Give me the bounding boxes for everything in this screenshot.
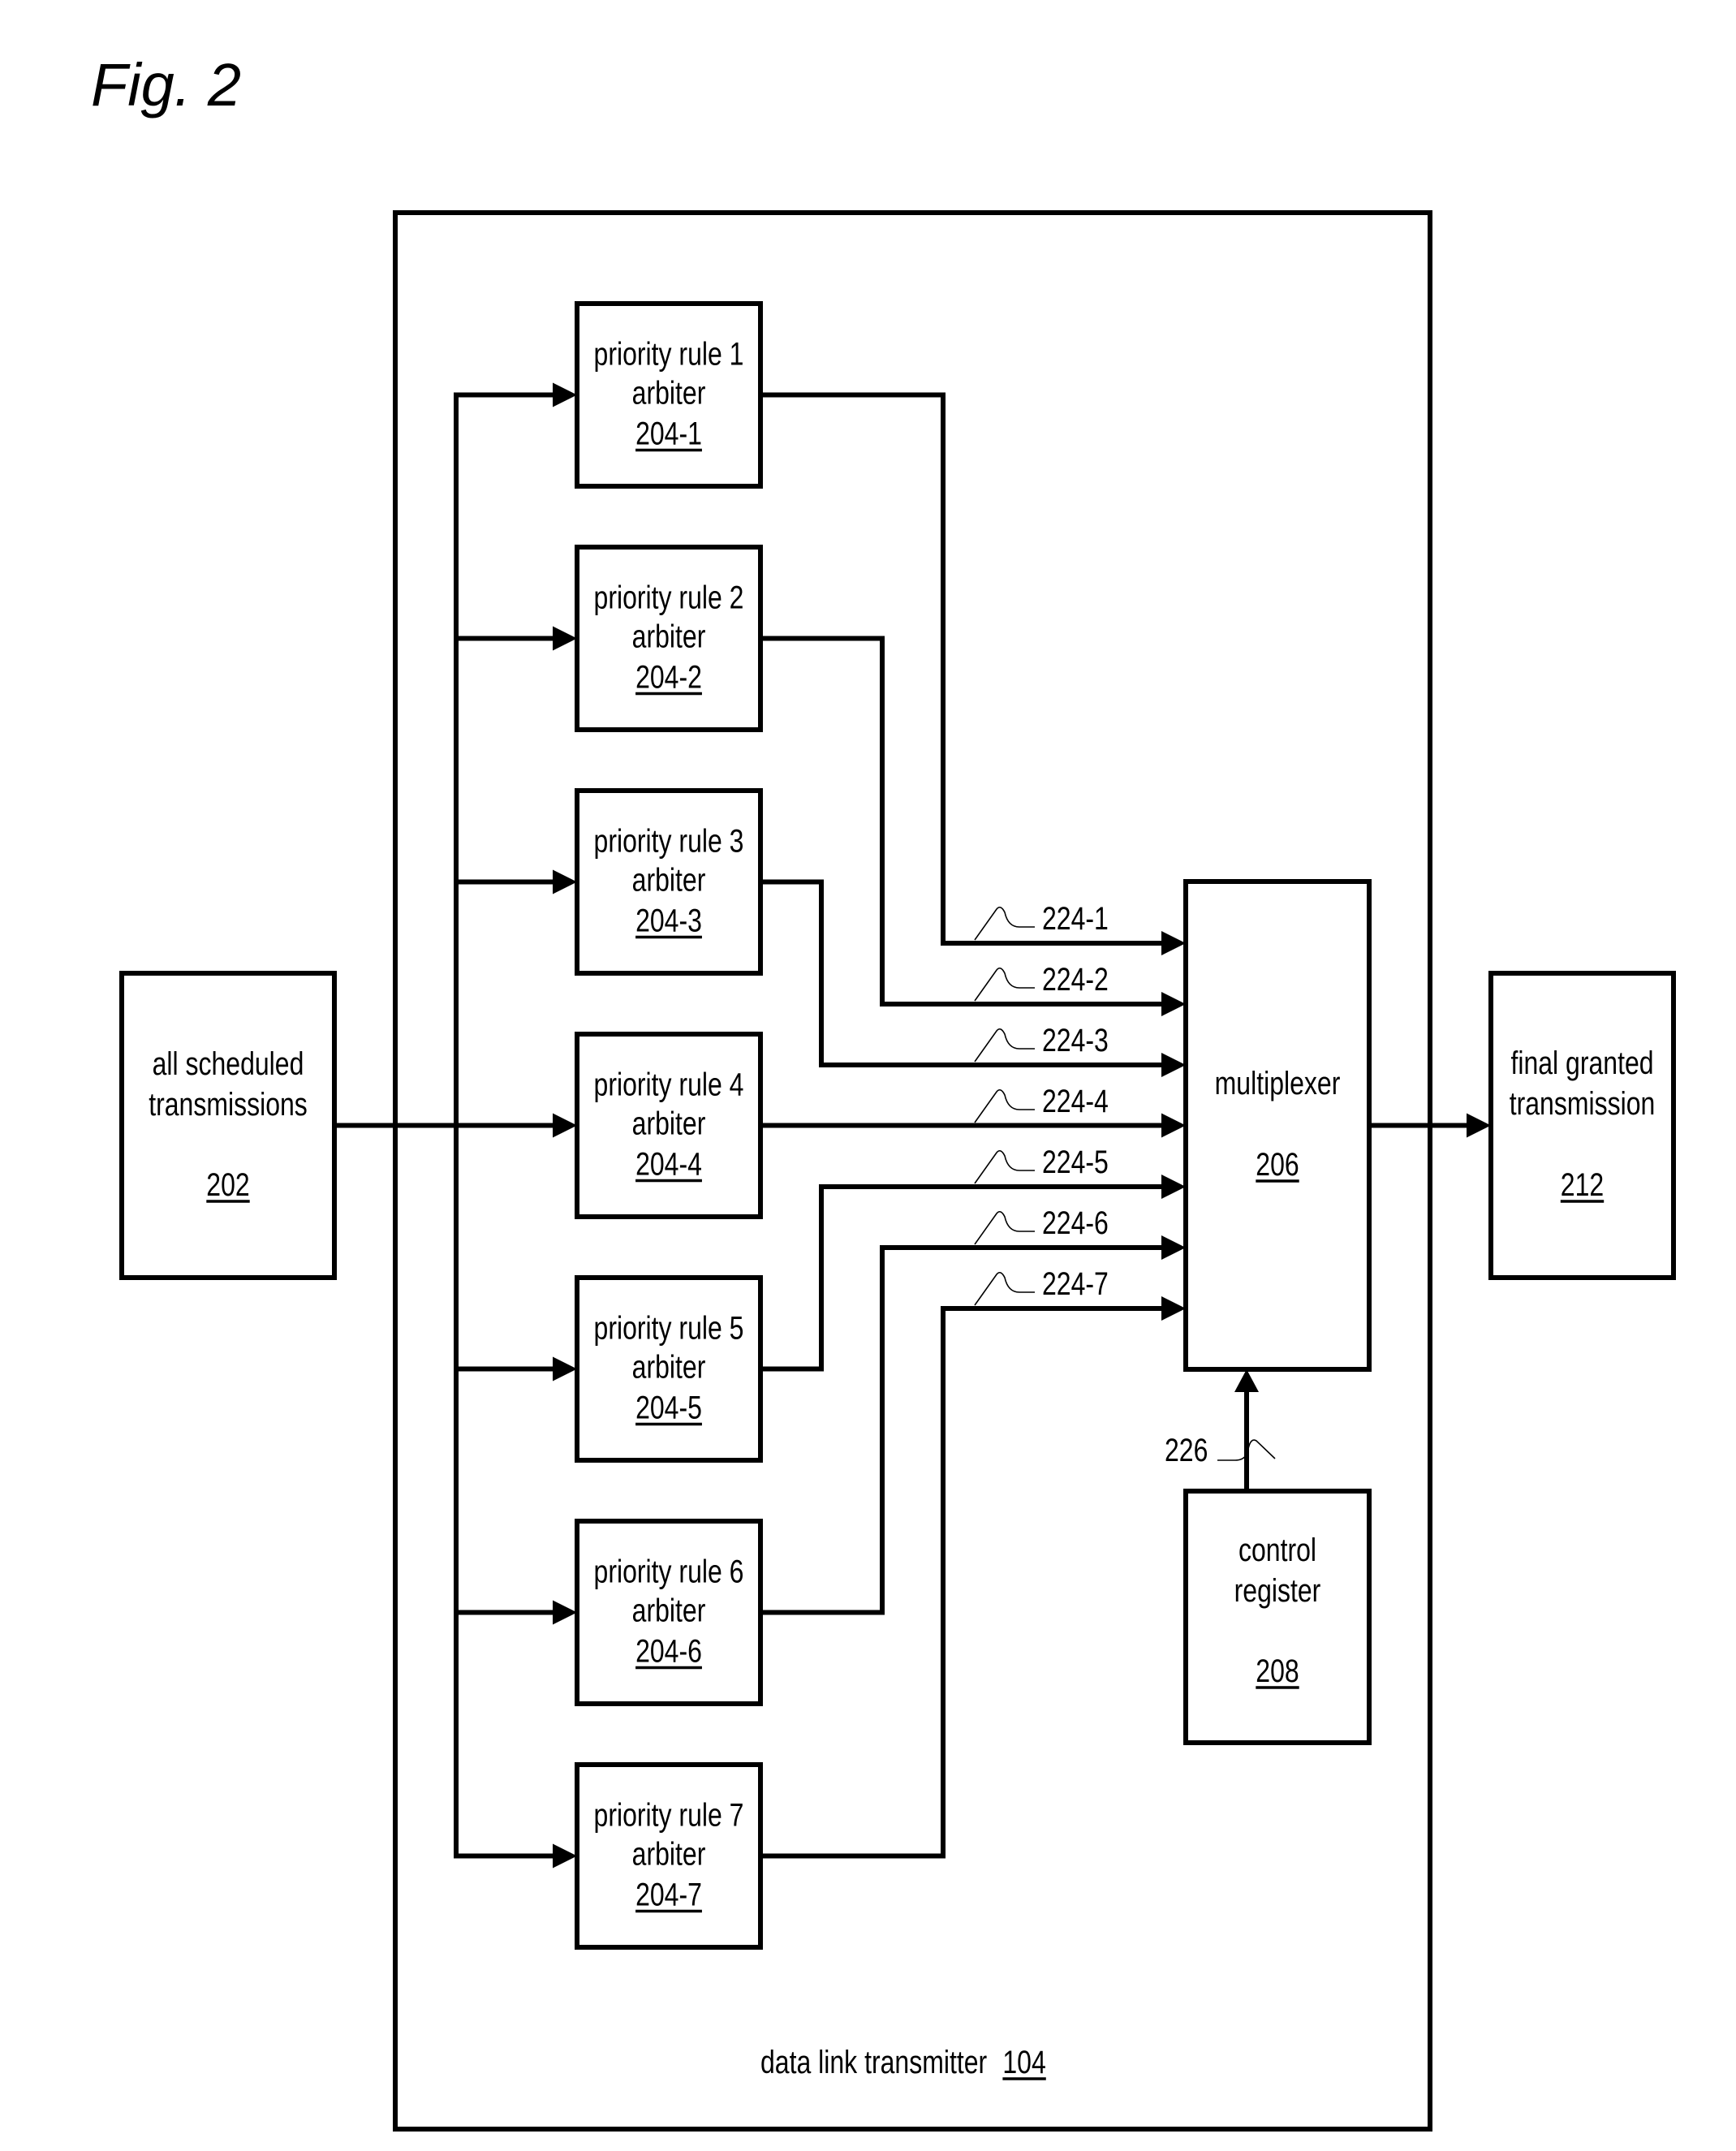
container-ref-number: 104 [1002, 2044, 1045, 2080]
multiplexer-ref-number-group: 206 [1256, 1146, 1299, 1183]
arbiter-3-ref-number-group: 204-3 [635, 902, 702, 938]
arbiter-6-ref-number: 204-6 [635, 1632, 702, 1669]
signal-224-1-label-group: 224-1 [1042, 900, 1109, 937]
signal-224-6-label-group: 224-6 [1042, 1205, 1109, 1241]
arbiter-4-label-group: priority rule 4 [594, 1066, 744, 1102]
arbiter-7-label: priority rule 7 [594, 1796, 744, 1833]
final-granted-transmission-block [1488, 971, 1676, 1280]
arbiter-3-ref-number: 204-3 [635, 902, 702, 938]
container-label: data link transmitter [760, 2044, 987, 2080]
multiplexer-ref-number: 206 [1256, 1146, 1299, 1183]
arbiter-7-label: arbiter [632, 1835, 706, 1872]
multiplexer-label: multiplexer [1215, 1065, 1341, 1101]
final-granted-transmission-block-label-group: transmission [1510, 1085, 1656, 1122]
arbiter-6-ref-number-group: 204-6 [635, 1632, 702, 1669]
control-register-block-label: control [1238, 1532, 1316, 1568]
arbiter-7-label-group: arbiter [632, 1835, 706, 1872]
arbiter-1-ref-number: 204-1 [635, 415, 702, 451]
control-signal-label-group: 226 [1165, 1432, 1208, 1468]
arbiter-4-ref-number: 204-4 [635, 1145, 702, 1182]
control-register-block-ref-number-group: 208 [1256, 1653, 1299, 1689]
all-scheduled-transmissions-block-label-group: all scheduled [153, 1045, 304, 1082]
control-register-block-label: register [1234, 1572, 1321, 1609]
final-granted-transmission-block-ref-number-group: 212 [1560, 1166, 1605, 1203]
arbiter-4-ref-number-group: 204-4 [635, 1145, 702, 1182]
signal-224-6-label: 224-6 [1042, 1205, 1109, 1241]
arbiter-2-ref-number-group: 204-2 [635, 658, 702, 695]
signal-224-3-label: 224-3 [1042, 1022, 1109, 1058]
arbiter-1-label: arbiter [632, 374, 706, 411]
arbiter-6-label: arbiter [632, 1592, 706, 1628]
signal-224-2-label: 224-2 [1042, 961, 1109, 998]
arbiter-6-label-group: priority rule 6 [594, 1553, 744, 1589]
arbiter-1-label: priority rule 1 [594, 335, 744, 372]
multiplexer-label-group: multiplexer [1215, 1065, 1341, 1101]
arbiter-4-label: arbiter [632, 1105, 706, 1141]
all-scheduled-transmissions-block-label-group: transmissions [149, 1086, 308, 1123]
arbiter-3-label-group: priority rule 3 [594, 822, 744, 859]
arbiter-1-ref-number-group: 204-1 [635, 415, 702, 451]
arbiter-3-label-group: arbiter [632, 861, 706, 898]
figure-title: Fig. 2 [91, 51, 241, 119]
arbiter-1-label-group: arbiter [632, 374, 706, 411]
control-signal-label: 226 [1165, 1432, 1208, 1468]
arbiter-5-label-group: arbiter [632, 1348, 706, 1385]
signal-224-3-label-group: 224-3 [1042, 1022, 1109, 1058]
all-scheduled-transmissions-block-label: all scheduled [153, 1045, 304, 1082]
arbiter-7-ref-number-group: 204-7 [635, 1876, 702, 1912]
arbiter-4-label-group: arbiter [632, 1105, 706, 1141]
control-register-block-label-group: control [1238, 1532, 1316, 1568]
signal-224-5-label-group: 224-5 [1042, 1144, 1109, 1180]
arbiter-7-ref-number: 204-7 [635, 1876, 702, 1912]
all-scheduled-transmissions-block-ref-number-group: 202 [206, 1166, 250, 1203]
arbiter-2-label: arbiter [632, 618, 706, 654]
arbiter-5-label: arbiter [632, 1348, 706, 1385]
arbiter-4-label: priority rule 4 [594, 1066, 744, 1102]
arbiter-2-label-group: arbiter [632, 618, 706, 654]
control-register-block-label-group: register [1234, 1572, 1321, 1609]
multiplexer-block [1183, 879, 1372, 1372]
arbiter-3-label: arbiter [632, 861, 706, 898]
signal-224-1-label: 224-1 [1042, 900, 1109, 937]
arbiter-5-ref-number-group: 204-5 [635, 1389, 702, 1425]
arbiter-2-label: priority rule 2 [594, 579, 744, 615]
signal-224-7-label-group: 224-7 [1042, 1265, 1109, 1302]
control-register-block [1183, 1489, 1372, 1745]
final-granted-transmission-block-label: final granted [1510, 1045, 1653, 1081]
signal-224-5-label: 224-5 [1042, 1144, 1109, 1180]
all-scheduled-transmissions-block-ref-number: 202 [206, 1166, 249, 1203]
arbiter-6-label: priority rule 6 [594, 1553, 744, 1589]
final-granted-transmission-block-ref-number: 212 [1561, 1166, 1604, 1203]
final-granted-transmission-block-label-group: final granted [1510, 1045, 1653, 1081]
block-diagram: Fig. 2 all scheduled transmissions 202 prio… [0, 0, 1736, 2151]
signal-224-7-label: 224-7 [1042, 1265, 1109, 1302]
all-scheduled-transmissions-block [119, 971, 337, 1280]
signal-224-4-label: 224-4 [1042, 1083, 1109, 1119]
arbiter-3-label: priority rule 3 [594, 822, 744, 859]
arbiter-2-label-group: priority rule 2 [594, 579, 744, 615]
arbiter-1-label-group: priority rule 1 [594, 335, 744, 372]
arbiter-5-label: priority rule 5 [594, 1309, 744, 1346]
arbiter-7-label-group: priority rule 7 [594, 1796, 744, 1833]
control-register-block-ref-number: 208 [1256, 1653, 1299, 1689]
all-scheduled-transmissions-block-label: transmissions [149, 1086, 308, 1123]
signal-224-4-label-group: 224-4 [1042, 1083, 1109, 1119]
signal-224-2-label-group: 224-2 [1042, 961, 1109, 998]
final-granted-transmission-block-label: transmission [1510, 1085, 1656, 1122]
container-label-group: data link transmitter 104 [760, 2044, 1046, 2080]
arbiter-6-label-group: arbiter [632, 1592, 706, 1628]
arbiter-5-label-group: priority rule 5 [594, 1309, 744, 1346]
arbiter-5-ref-number: 204-5 [635, 1389, 702, 1425]
arbiter-2-ref-number: 204-2 [635, 658, 702, 695]
